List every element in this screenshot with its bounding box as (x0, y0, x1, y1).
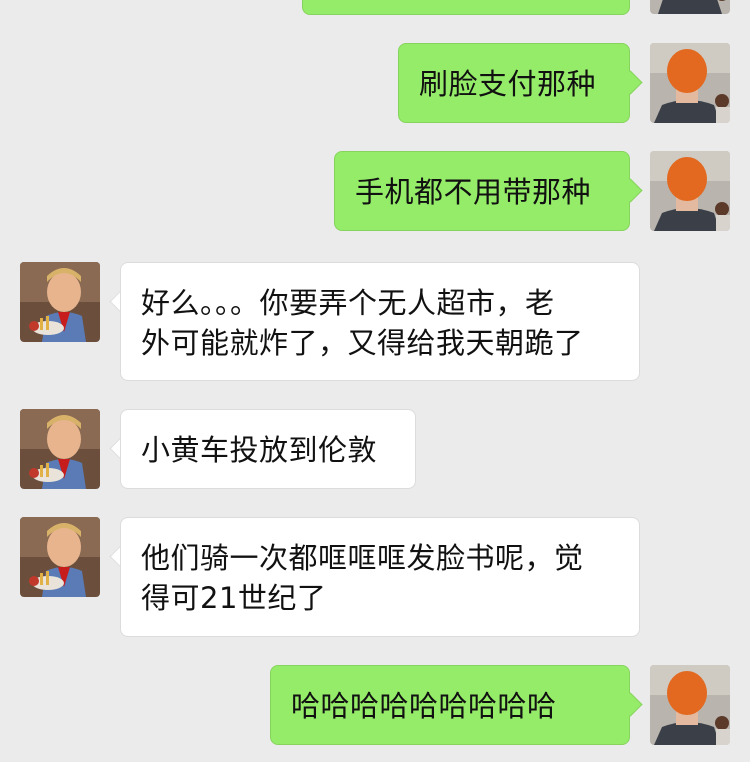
message-bubble-received[interactable]: 小黄车投放到伦敦 (120, 409, 416, 489)
message-bubble-sent[interactable] (302, 0, 630, 15)
orange-hair-person-avatar[interactable] (650, 43, 730, 123)
message-bubble-sent[interactable]: 刷脸支付那种 (398, 43, 630, 123)
message-bubble-sent[interactable]: 手机都不用带那种 (334, 151, 630, 231)
orange-hair-person-avatar[interactable] (650, 151, 730, 231)
message-text: 小黄车投放到伦敦 (141, 433, 378, 467)
boy-eating-avatar[interactable] (20, 409, 100, 489)
message-text-line-1: 好么。。。你要弄个无人超市，老 (141, 286, 555, 320)
boy-eating-avatar[interactable] (20, 262, 100, 342)
message-text: 手机都不用带那种 (355, 175, 592, 209)
chat-conversation: 刷脸支付那种 手机都不用带那种 好么。。。你要弄个无人超市，老 外可能就炸了，又… (0, 0, 750, 762)
message-bubble-received[interactable]: 好么。。。你要弄个无人超市，老 外可能就炸了，又得给我天朝跪了 (120, 262, 640, 381)
boy-eating-avatar[interactable] (20, 517, 100, 597)
message-bubble-received[interactable]: 他们骑一次都哐哐哐发脸书呢，觉 得可21世纪了 (120, 517, 640, 637)
message-bubble-sent[interactable]: 哈哈哈哈哈哈哈哈哈 (270, 665, 630, 745)
message-text: 刷脸支付那种 (419, 67, 597, 101)
orange-hair-person-avatar[interactable] (650, 0, 730, 14)
orange-hair-person-avatar[interactable] (650, 665, 730, 745)
message-text-line-2: 得可21世纪了 (141, 581, 327, 615)
message-text-line-1: 他们骑一次都哐哐哐发脸书呢，觉 (141, 541, 584, 575)
message-text: 哈哈哈哈哈哈哈哈哈 (291, 689, 557, 723)
message-text-line-2: 外可能就炸了，又得给我天朝跪了 (141, 326, 584, 360)
